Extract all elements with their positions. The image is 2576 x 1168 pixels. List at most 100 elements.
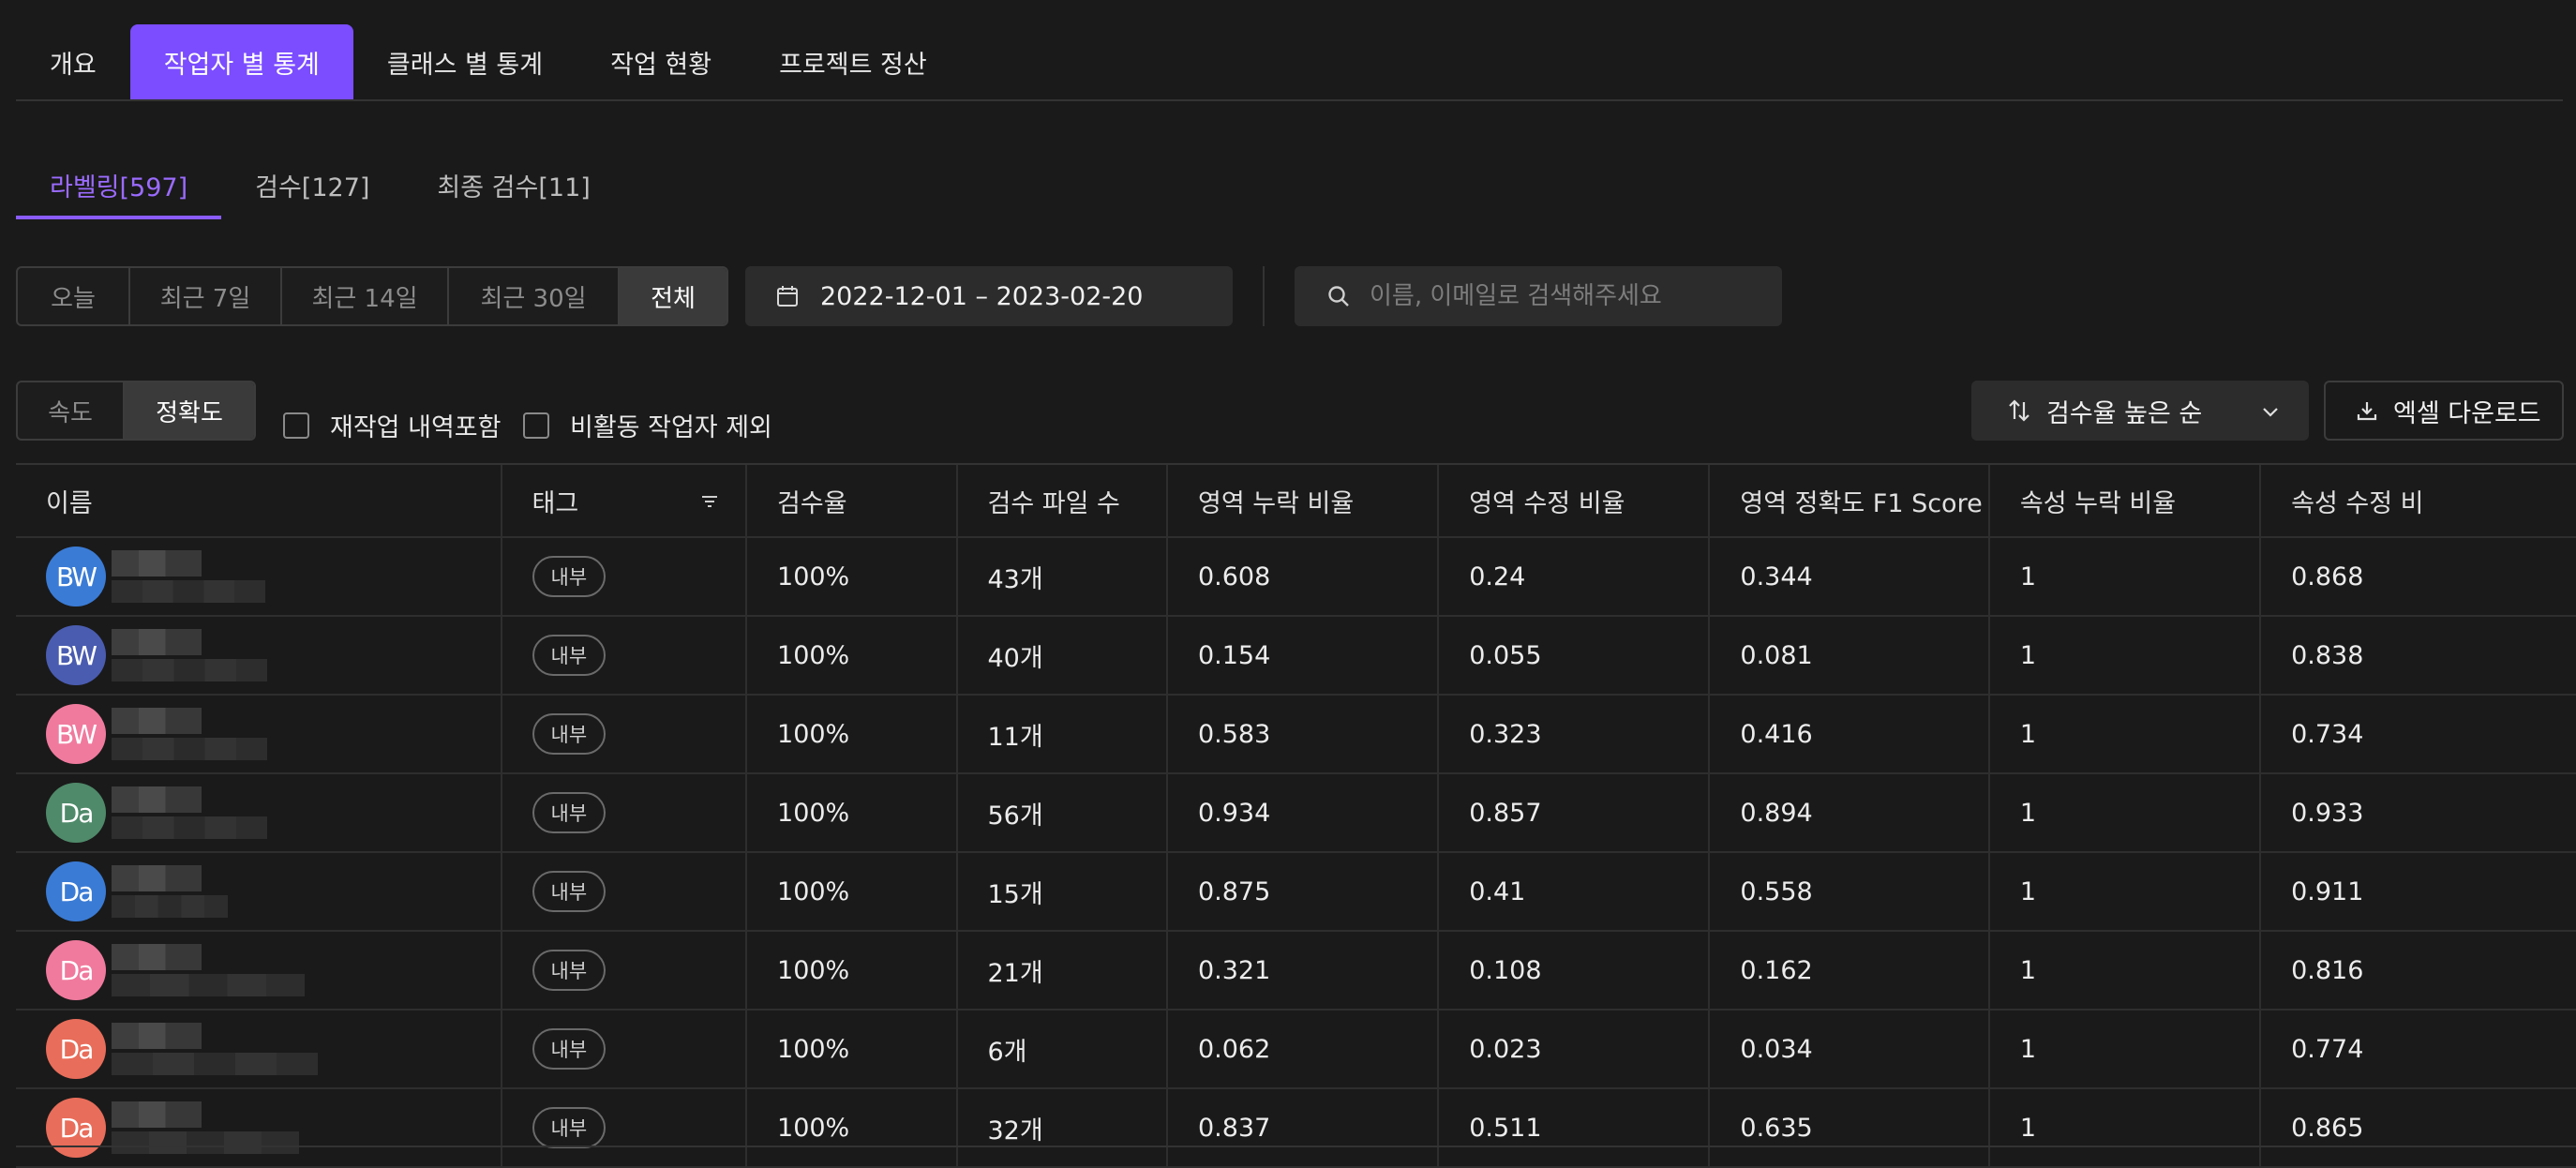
redacted-name — [112, 1019, 383, 1079]
cell-name: Da — [16, 774, 502, 851]
tag-badge: 내부 — [532, 950, 607, 991]
col-header-review-rate[interactable]: 검수율 — [747, 465, 958, 536]
col-header-attr-miss[interactable]: 속성 누락 비율 — [1990, 465, 2262, 536]
redacted-name — [112, 704, 383, 764]
table-row[interactable]: Da 내부 100% 32개 0.837 0.511 0.635 1 0.865 — [16, 1089, 2576, 1168]
sort-label: 검수율 높은 순 — [2046, 398, 2203, 428]
avatar: BW — [46, 547, 106, 606]
cell-region-miss: 0.154 — [1168, 617, 1440, 694]
cell-region-f1: 0.162 — [1710, 932, 1990, 1009]
redacted-name-bar — [112, 1101, 202, 1128]
subtab-final-review[interactable]: 최종 검수[11] — [403, 154, 623, 219]
col-header-tag-label: 태그 — [532, 488, 579, 518]
search-box — [1295, 266, 1782, 326]
tab-project-settlement[interactable]: 프로젝트 정산 — [745, 24, 961, 99]
avatar: Da — [46, 783, 106, 843]
table-row[interactable]: Da 내부 100% 6개 0.062 0.023 0.034 1 0.774 — [16, 1011, 2576, 1089]
range-today-button[interactable]: 오늘 — [18, 268, 130, 324]
col-header-name[interactable]: 이름 — [16, 465, 502, 536]
include-rework-checkbox[interactable]: 재작업 내역포함 — [283, 407, 501, 443]
table-row[interactable]: BW 내부 100% 40개 0.154 0.055 0.081 1 0.838 — [16, 617, 2576, 696]
subtab-labeling[interactable]: 라벨링[597] — [16, 154, 222, 219]
cell-review-rate: 100% — [747, 617, 958, 694]
excel-download-button[interactable]: 엑셀 다운로드 — [2324, 381, 2564, 441]
tag-badge: 내부 — [532, 556, 607, 597]
tag-badge: 내부 — [532, 1107, 607, 1148]
metric-accuracy-button[interactable]: 정확도 — [125, 382, 254, 439]
table-row[interactable]: BW 내부 100% 11개 0.583 0.323 0.416 1 0.734 — [16, 696, 2576, 774]
date-range-picker[interactable]: 2022-12-01 – 2023-02-20 — [745, 266, 1233, 326]
date-range-text: 2022-12-01 – 2023-02-20 — [820, 281, 1144, 311]
cell-region-f1: 0.081 — [1710, 617, 1990, 694]
range-7d-button[interactable]: 최근 7일 — [130, 268, 282, 324]
tab-worker-stats[interactable]: 작업자 별 통계 — [129, 24, 353, 99]
cell-region-fix: 0.108 — [1439, 932, 1711, 1009]
cell-region-miss: 0.608 — [1168, 538, 1440, 615]
cell-tag: 내부 — [502, 1089, 748, 1166]
exclude-inactive-checkbox[interactable]: 비활동 작업자 제외 — [523, 407, 772, 443]
worker-stats-page: 개요 작업자 별 통계 클래스 별 통계 작업 현황 프로젝트 정산 라벨링[5… — [0, 0, 2576, 1168]
tag-badge: 내부 — [532, 1028, 607, 1070]
tab-work-status[interactable]: 작업 현황 — [577, 24, 745, 99]
cell-attr-fix: 0.865 — [2291, 1113, 2364, 1143]
table-row[interactable]: Da 내부 100% 21개 0.321 0.108 0.162 1 0.816 — [16, 932, 2576, 1011]
cell-review-files: 40개 — [958, 617, 1168, 694]
col-header-region-f1[interactable]: 영역 정확도 F1 Score — [1710, 465, 1990, 536]
cell-review-rate: 100% — [747, 1011, 958, 1087]
table-row[interactable]: Da 내부 100% 56개 0.934 0.857 0.894 1 0.933 — [16, 774, 2576, 853]
metric-speed-button[interactable]: 속도 — [18, 382, 125, 439]
redacted-name-bar — [112, 944, 202, 970]
tab-overview[interactable]: 개요 — [16, 24, 130, 99]
col-header-tag[interactable]: 태그 — [502, 465, 748, 536]
cell-name: Da — [16, 932, 502, 1009]
tag-badge: 내부 — [532, 713, 607, 755]
cell-review-files: 6개 — [958, 1011, 1168, 1087]
table-header-row: 이름 태그 검수율 검수 파일 수 영역 누락 비율 영역 수정 비율 영역 정… — [16, 465, 2576, 538]
subtab-review[interactable]: 검수[127] — [221, 154, 403, 219]
redacted-name — [112, 625, 383, 685]
avatar: Da — [46, 1019, 106, 1079]
range-all-button[interactable]: 전체 — [620, 268, 726, 324]
sort-dropdown[interactable]: 검수율 높은 순 — [1971, 381, 2309, 441]
cell-attr-fix: 0.868 — [2291, 562, 2364, 591]
cell-review-files: 56개 — [958, 774, 1168, 851]
top-tab-bar: 개요 작업자 별 통계 클래스 별 통계 작업 현황 프로젝트 정산 — [16, 24, 2563, 101]
col-header-region-fix[interactable]: 영역 수정 비율 — [1439, 465, 1711, 536]
table-row[interactable]: Da 내부 100% 15개 0.875 0.41 0.558 1 0.911 — [16, 853, 2576, 932]
search-icon — [1328, 286, 1349, 307]
cell-region-miss: 0.837 — [1168, 1089, 1440, 1166]
tag-badge: 내부 — [532, 871, 607, 912]
include-rework-box[interactable] — [283, 412, 309, 439]
col-header-review-files[interactable]: 검수 파일 수 — [958, 465, 1168, 536]
table-row[interactable]: BW 내부 100% 43개 0.608 0.24 0.344 1 0.868 — [16, 538, 2576, 617]
cell-review-rate: 100% — [747, 853, 958, 930]
cell-attr-fix: 0.911 — [2291, 876, 2364, 906]
redacted-name — [112, 1098, 383, 1158]
redacted-email-bar — [112, 1053, 318, 1075]
cell-region-fix: 0.023 — [1439, 1011, 1711, 1087]
metric-toggle: 속도 정확도 — [16, 381, 256, 441]
cell-region-f1: 0.894 — [1710, 774, 1990, 851]
table-bottom-border — [16, 1146, 2576, 1147]
tab-class-stats[interactable]: 클래스 별 통계 — [353, 24, 577, 99]
cell-region-f1: 0.558 — [1710, 853, 1990, 930]
cell-region-f1: 0.635 — [1710, 1089, 1990, 1166]
range-segment: 오늘 최근 7일 최근 14일 최근 30일 전체 — [16, 266, 728, 326]
redacted-name — [112, 547, 383, 606]
cell-review-rate: 100% — [747, 1089, 958, 1166]
redacted-email-bar — [112, 580, 265, 603]
col-header-region-miss[interactable]: 영역 누락 비율 — [1168, 465, 1440, 536]
cell-attr-miss: 1 — [1990, 696, 2262, 772]
exclude-inactive-box[interactable] — [523, 412, 549, 439]
col-header-attr-fix[interactable]: 속성 수정 비 — [2261, 465, 2576, 536]
cell-region-miss: 0.934 — [1168, 774, 1440, 851]
redacted-name-bar — [112, 629, 202, 655]
range-30d-button[interactable]: 최근 30일 — [449, 268, 620, 324]
cell-name: Da — [16, 853, 502, 930]
filter-icon[interactable] — [699, 491, 720, 512]
range-14d-button[interactable]: 최근 14일 — [282, 268, 449, 324]
cell-name: Da — [16, 1089, 502, 1166]
search-input[interactable] — [1368, 281, 1765, 311]
cell-attr-fix: 0.816 — [2291, 955, 2364, 985]
cell-review-files: 11개 — [958, 696, 1168, 772]
